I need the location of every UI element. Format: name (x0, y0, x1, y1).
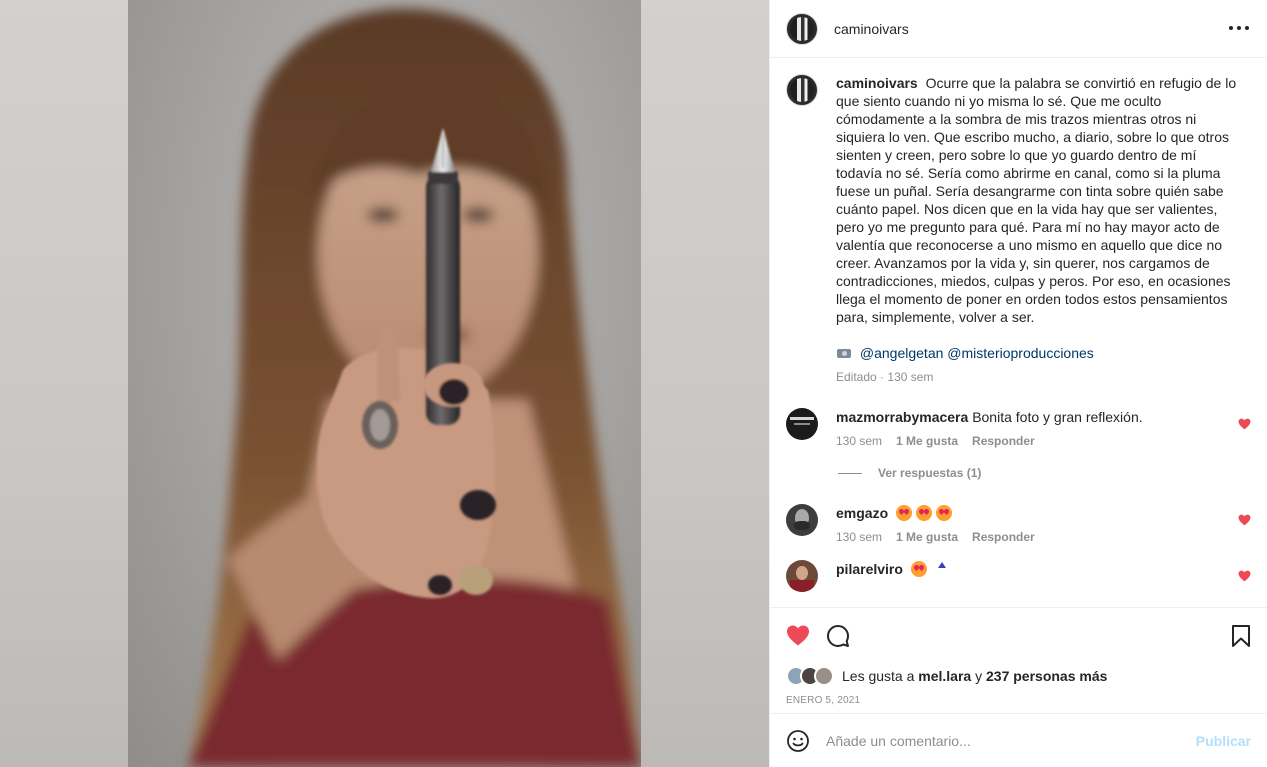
comment-text: emgazo (836, 504, 1226, 522)
camera-icon (836, 347, 852, 359)
comments-scroll-area[interactable]: caminoivars Ocurre que la palabra se con… (770, 58, 1267, 607)
likes-user-link[interactable]: mel.lara (918, 668, 971, 684)
caption-meta: Editado · 130 sem (836, 370, 1246, 384)
likes-text: Les gusta a mel.lara y 237 personas más (842, 668, 1107, 684)
caption-body-text: Ocurre que la palabra se convirtió en re… (836, 75, 1237, 325)
reply-button[interactable]: Responder (972, 530, 1035, 544)
heart-liked-icon[interactable] (786, 624, 810, 648)
comment-icon[interactable] (826, 624, 850, 648)
liker-avatar[interactable] (814, 666, 834, 686)
comment-age[interactable]: 130 sem (836, 530, 882, 544)
post-caption: caminoivars Ocurre que la palabra se con… (786, 74, 1251, 384)
comment-text: pilarelviro (836, 560, 1226, 578)
post-photo[interactable] (0, 0, 769, 767)
post-header: caminoivars (770, 0, 1267, 58)
comment-meta: 130 sem 1 Me gusta Responder (836, 530, 1226, 544)
view-replies-button[interactable]: Ver respuestas (1) (838, 466, 1251, 480)
edited-label: Editado (836, 370, 877, 384)
publish-button[interactable]: Publicar (1196, 733, 1251, 749)
comment-item: mazmorrabymacera Bonita foto y gran refl… (786, 408, 1251, 448)
photo-image (128, 0, 641, 767)
photo-blur-left (0, 0, 128, 767)
likes-connector: y (975, 668, 983, 684)
comment-text: mazmorrabymacera Bonita foto y gran refl… (836, 408, 1226, 426)
commenter-username[interactable]: mazmorrabymacera (836, 409, 968, 425)
more-horizontal-icon[interactable] (1229, 18, 1249, 38)
comment-input[interactable] (826, 732, 1196, 749)
instagram-post-view: caminoivars caminoivars Ocurre que la pa… (0, 0, 1267, 767)
edited-separator: · (880, 370, 885, 384)
author-avatar[interactable] (786, 12, 818, 45)
post-action-bar (770, 607, 1267, 663)
smiling-heart-eyes-emoji-icon (916, 505, 933, 521)
caption-author-avatar[interactable] (786, 74, 818, 106)
emoji-smile-icon[interactable] (786, 729, 810, 753)
smiling-heart-eyes-emoji-icon (896, 505, 913, 521)
likes-others-link[interactable]: 237 personas más (986, 668, 1107, 684)
comment-meta: 130 sem 1 Me gusta Responder (836, 434, 1226, 448)
top-arrow-emoji-icon (935, 562, 949, 576)
reply-button[interactable]: Responder (972, 434, 1035, 448)
view-replies-label[interactable]: Ver respuestas (1) (878, 466, 981, 480)
bookmark-icon[interactable] (1229, 624, 1253, 648)
post-date[interactable]: ENERO 5, 2021 (770, 689, 1267, 713)
caption-text: caminoivars Ocurre que la palabra se con… (836, 74, 1246, 326)
commenter-avatar[interactable] (786, 560, 818, 592)
comment-item: pilarelviro (786, 560, 1251, 592)
commenter-username[interactable]: pilarelviro (836, 561, 903, 577)
post-side-panel: caminoivars caminoivars Ocurre que la pa… (769, 0, 1267, 767)
comment-item: emgazo 130 sem 1 Me gusta Responder (786, 504, 1251, 544)
comment-like-count[interactable]: 1 Me gusta (896, 434, 958, 448)
woman-holding-pen-illustration (188, 8, 641, 767)
author-username[interactable]: caminoivars (834, 21, 909, 37)
add-comment-bar: Publicar (770, 713, 1267, 767)
heart-filled-icon[interactable] (1238, 570, 1251, 582)
caption-credits: @angelgetan @misterioproducciones (836, 344, 1246, 362)
commenter-avatar[interactable] (786, 408, 818, 440)
smiling-heart-eyes-emoji-icon (910, 561, 927, 577)
comment-like-count[interactable]: 1 Me gusta (896, 530, 958, 544)
heart-filled-icon[interactable] (1238, 514, 1251, 526)
replies-divider (838, 472, 862, 474)
comment-body: Bonita foto y gran reflexión. (972, 409, 1143, 425)
commenter-username[interactable]: emgazo (836, 505, 888, 521)
photo-blur-right (641, 0, 769, 767)
likes-summary: Les gusta a mel.lara y 237 personas más (770, 663, 1267, 689)
caption-author-username[interactable]: caminoivars (836, 75, 918, 91)
smiling-heart-eyes-emoji-icon (936, 505, 953, 521)
likes-prefix: Les gusta a (842, 668, 915, 684)
heart-filled-icon[interactable] (1238, 418, 1251, 430)
caption-age[interactable]: 130 sem (887, 370, 933, 384)
commenter-avatar[interactable] (786, 504, 818, 536)
comment-age[interactable]: 130 sem (836, 434, 882, 448)
credit-mention-angelgetan[interactable]: @angelgetan (860, 345, 944, 361)
credit-mention-misterioproducciones[interactable]: @misterioproducciones (947, 345, 1094, 361)
